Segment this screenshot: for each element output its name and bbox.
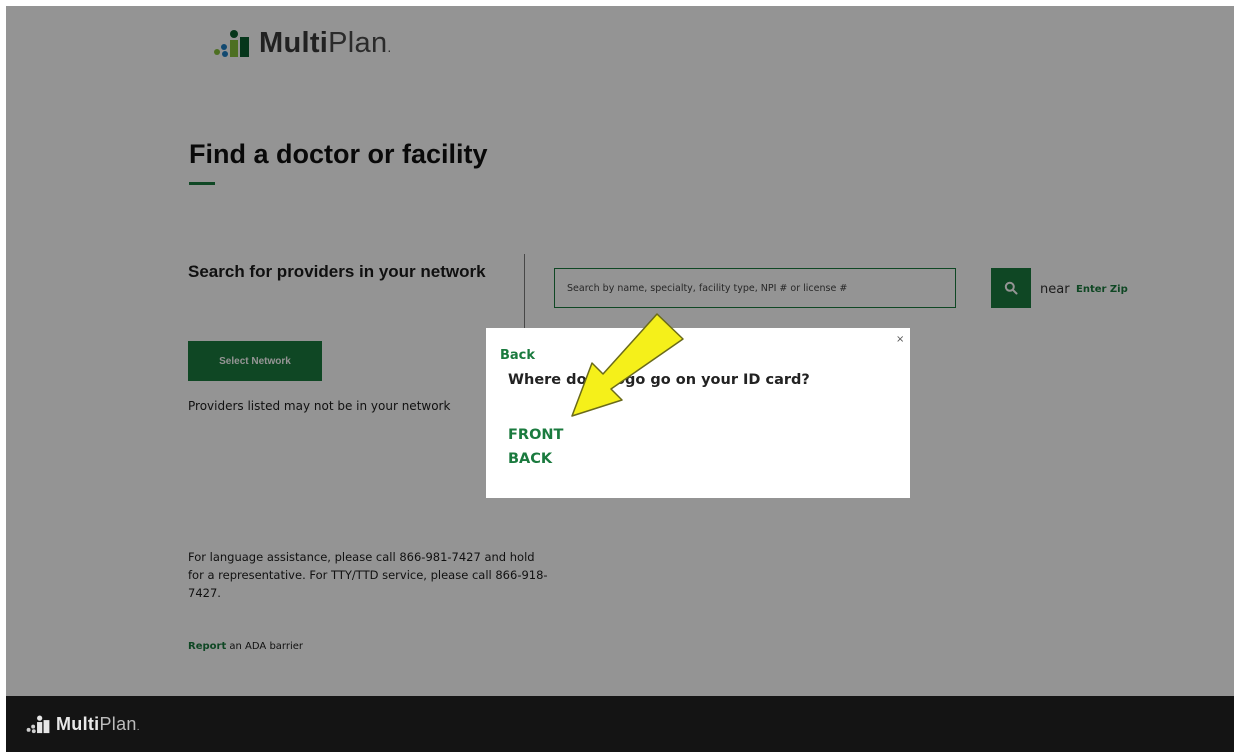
close-icon[interactable]: × <box>896 334 904 345</box>
option-back[interactable]: BACK <box>508 451 552 467</box>
multiplan-logo-icon <box>26 715 50 734</box>
yellow-arrow-icon <box>571 313 684 417</box>
footer-multiplan-logo[interactable]: MultiPlan. <box>26 714 140 734</box>
page: MultiPlan. Find a doctor or facility Sea… <box>6 6 1234 752</box>
option-front[interactable]: FRONT <box>508 427 563 443</box>
footer-logo-wordmark: MultiPlan. <box>56 715 140 733</box>
logo-word-plan: Plan <box>99 714 137 734</box>
logo-word-multi: Multi <box>56 714 100 734</box>
id-card-modal: × Back Where does logo go on your ID car… <box>486 328 910 498</box>
footer: MultiPlan. <box>6 696 1234 752</box>
modal-back-link[interactable]: Back <box>500 348 535 363</box>
logo-dot: . <box>136 722 140 733</box>
